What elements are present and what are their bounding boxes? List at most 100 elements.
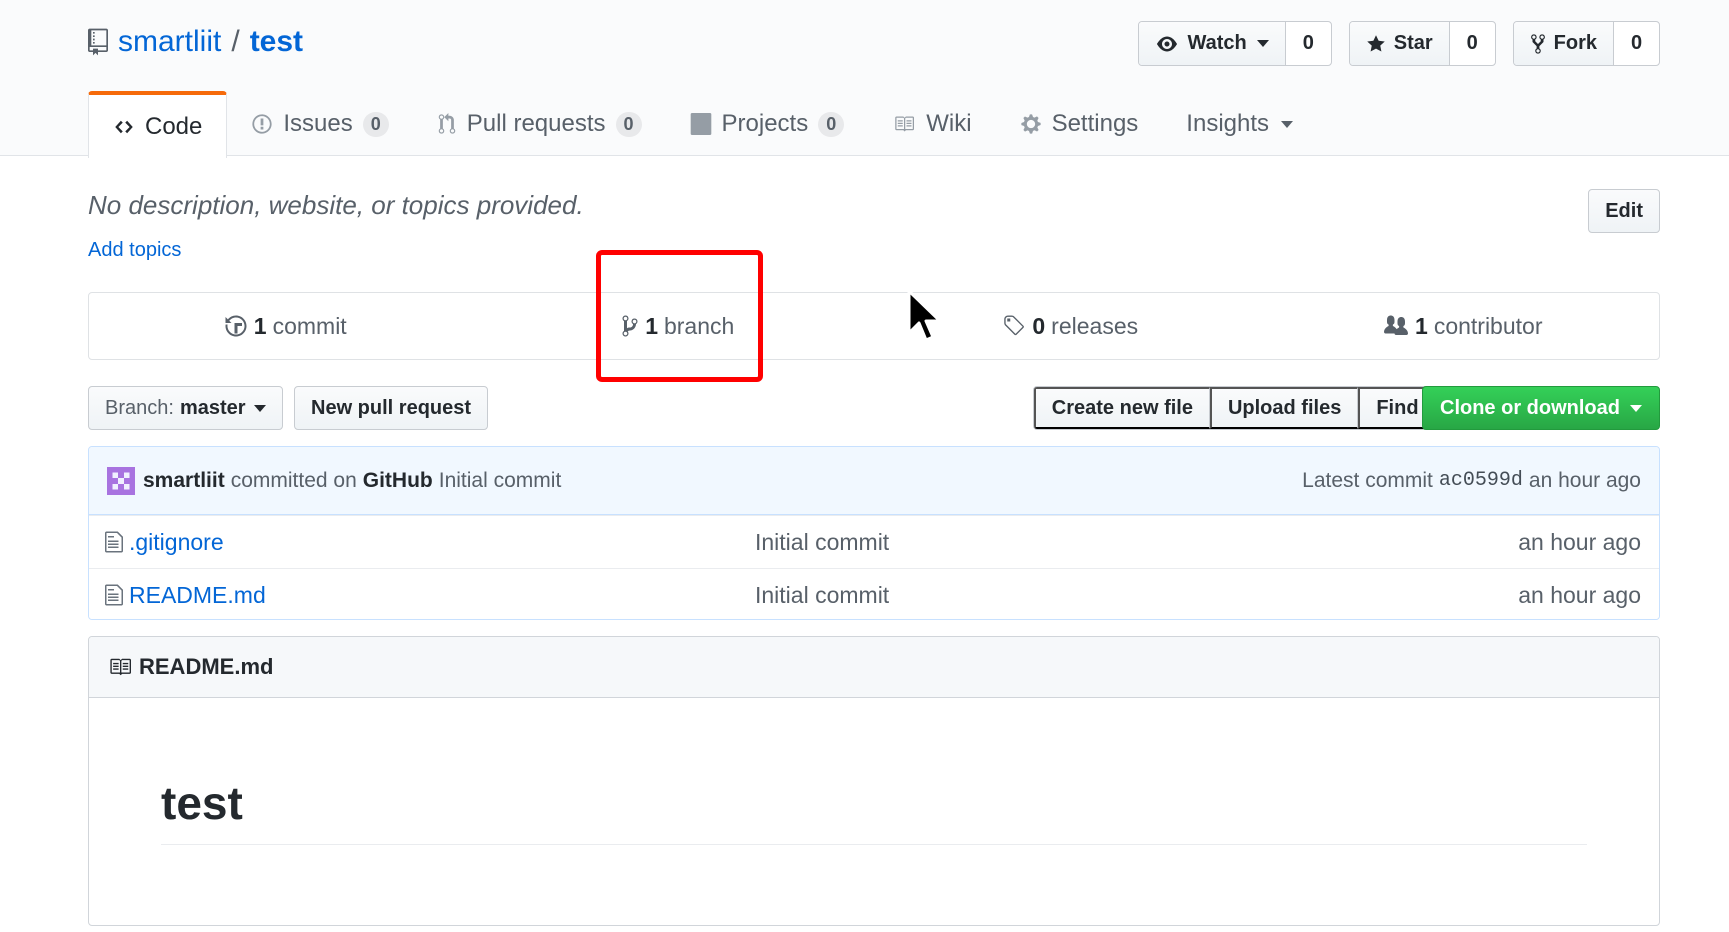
tab-projects[interactable]: Projects 0 xyxy=(666,91,869,157)
file-icon xyxy=(105,531,123,553)
pull-requests-counter: 0 xyxy=(615,111,642,137)
edit-description-button[interactable]: Edit xyxy=(1588,189,1660,233)
repo-icon xyxy=(88,28,108,56)
pull-request-icon xyxy=(438,113,456,134)
clone-or-download-button[interactable]: Clone or download xyxy=(1422,386,1660,430)
file-age: an hour ago xyxy=(1518,581,1641,608)
book-icon xyxy=(110,658,131,676)
branch-select-value: master xyxy=(179,396,246,419)
readme-heading: test xyxy=(161,776,1587,845)
chevron-down-icon xyxy=(1630,404,1642,412)
committed-on-text: committed on xyxy=(230,468,357,492)
avatar xyxy=(107,466,135,495)
repo-header: smartliit / test Watch 0 Star 0 Fork 0 C… xyxy=(0,0,1729,158)
clone-label: Clone or download xyxy=(1440,396,1620,419)
create-new-file-button[interactable]: Create new file xyxy=(1033,387,1210,429)
commit-author-link[interactable]: smartliit xyxy=(143,469,225,493)
tab-code[interactable]: Code xyxy=(88,91,228,158)
commit-message-link[interactable]: Initial commit xyxy=(439,469,562,493)
watch-label: Watch xyxy=(1187,32,1247,54)
add-topics-link[interactable]: Add topics xyxy=(88,239,181,262)
latest-commit-label: Latest commit xyxy=(1302,468,1433,492)
pagehead-actions: Watch 0 Star 0 Fork 0 xyxy=(1138,21,1660,66)
file-link[interactable]: .gitignore xyxy=(105,529,755,556)
file-commit-message[interactable]: Initial commit xyxy=(755,529,1455,556)
releases-label: releases xyxy=(1051,312,1139,339)
file-name: .gitignore xyxy=(129,528,224,555)
contributors-count: 1 xyxy=(1415,312,1428,339)
readme-filename: README.md xyxy=(139,654,274,679)
chevron-down-icon xyxy=(1256,40,1269,47)
latest-commit-age: an hour ago xyxy=(1528,468,1641,492)
tab-settings-label: Settings xyxy=(1051,110,1139,137)
tab-wiki[interactable]: Wiki xyxy=(868,91,995,157)
branch-select-label: Branch: xyxy=(105,396,174,419)
commit-sha-link[interactable]: ac0599d xyxy=(1439,469,1523,492)
tab-wiki-label: Wiki xyxy=(926,110,972,137)
file-link[interactable]: README.md xyxy=(105,582,755,609)
watch-count[interactable]: 0 xyxy=(1286,22,1331,65)
branch-select-button[interactable]: Branch: master xyxy=(88,386,283,430)
new-pull-request-button[interactable]: New pull request xyxy=(294,386,489,430)
commits-count: 1 xyxy=(253,312,267,339)
book-icon xyxy=(895,116,915,132)
watch-button[interactable]: Watch xyxy=(1139,22,1286,65)
contributors-link[interactable]: 1 contributor xyxy=(1267,293,1660,359)
tab-insights[interactable]: Insights xyxy=(1162,91,1317,157)
repo-name-link[interactable]: test xyxy=(250,25,303,59)
commit-tease: smartliit committed on GitHub Initial co… xyxy=(89,447,1659,515)
repo-nav: Code Issues 0 Pull requests 0 Projects 0 xyxy=(88,91,1317,158)
star-label: Star xyxy=(1393,32,1433,54)
projects-counter: 0 xyxy=(818,111,845,137)
latest-commit: Latest commit ac0599d an hour ago xyxy=(1302,469,1641,493)
tab-pull-requests-label: Pull requests xyxy=(466,110,606,137)
numbers-summary: 1 commit 1 branch 0 releases 1 contribut… xyxy=(88,292,1660,360)
fork-icon xyxy=(1530,33,1545,54)
project-icon xyxy=(690,113,711,135)
star-button[interactable]: Star xyxy=(1349,22,1450,65)
fork-label: Fork xyxy=(1553,32,1597,54)
annotation-highlight-box xyxy=(596,250,763,382)
tag-icon xyxy=(1004,315,1025,336)
file-age: an hour ago xyxy=(1518,528,1641,555)
gear-icon xyxy=(1020,114,1041,134)
fork-group: Fork 0 xyxy=(1512,21,1660,66)
repo-separator: / xyxy=(231,25,240,58)
repo-owner-link[interactable]: smartliit xyxy=(118,25,221,59)
tab-insights-label: Insights xyxy=(1186,110,1270,137)
tab-code-label: Code xyxy=(145,112,203,140)
people-icon xyxy=(1384,315,1409,335)
commit-platform: GitHub xyxy=(362,468,433,492)
tab-pull-requests[interactable]: Pull requests 0 xyxy=(413,91,666,157)
file-list: smartliit committed on GitHub Initial co… xyxy=(88,446,1660,620)
star-count[interactable]: 0 xyxy=(1450,22,1495,65)
tab-issues-label: Issues xyxy=(283,110,353,137)
readme-header: README.md xyxy=(89,637,1659,698)
fork-count[interactable]: 0 xyxy=(1614,22,1659,65)
file-commit-message[interactable]: Initial commit xyxy=(755,582,1455,609)
releases-count: 0 xyxy=(1032,312,1046,339)
chevron-down-icon xyxy=(1281,120,1294,128)
history-icon xyxy=(225,315,247,337)
code-icon xyxy=(115,120,133,133)
commits-link[interactable]: 1 commit xyxy=(89,293,482,359)
tab-settings[interactable]: Settings xyxy=(996,91,1163,157)
tab-projects-label: Projects xyxy=(721,110,809,137)
issue-icon xyxy=(252,114,272,134)
chevron-down-icon xyxy=(253,404,266,412)
file-icon xyxy=(105,584,123,606)
readme-body: test xyxy=(89,776,1659,845)
mouse-cursor-icon xyxy=(907,289,942,342)
issues-counter: 0 xyxy=(362,111,389,137)
file-row: .gitignore Initial commit an hour ago xyxy=(89,515,1659,568)
upload-files-button[interactable]: Upload files xyxy=(1209,387,1359,429)
fork-button[interactable]: Fork xyxy=(1513,22,1614,65)
file-row: README.md Initial commit an hour ago xyxy=(89,568,1659,619)
watch-group: Watch 0 xyxy=(1138,21,1332,66)
file-name: README.md xyxy=(129,581,266,608)
readme-panel: README.md test xyxy=(88,636,1660,926)
file-actions-group: Create new file Upload files Find file xyxy=(1032,386,1470,430)
star-group: Star 0 xyxy=(1348,21,1496,66)
repo-title: smartliit / test xyxy=(88,22,303,62)
tab-issues[interactable]: Issues 0 xyxy=(227,91,412,157)
